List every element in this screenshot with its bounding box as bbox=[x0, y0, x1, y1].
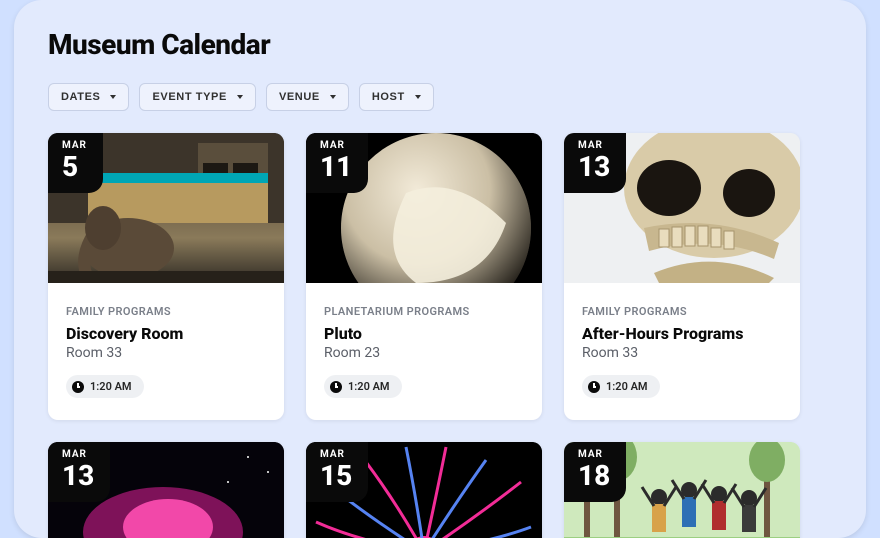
event-card-body: FAMILY PROGRAMS After-Hours Programs Roo… bbox=[564, 283, 800, 420]
event-image: MAR 15 bbox=[306, 442, 542, 538]
event-card[interactable]: MAR 13 FAMILY PROGRAMS After-Hours Progr… bbox=[564, 133, 800, 420]
event-room: Room 23 bbox=[324, 345, 524, 361]
chevron-down-icon bbox=[415, 95, 421, 99]
event-image: MAR 18 bbox=[564, 442, 800, 538]
event-card[interactable]: MAR 15 bbox=[306, 442, 542, 538]
date-day: 11 bbox=[320, 153, 352, 181]
event-category: FAMILY PROGRAMS bbox=[582, 305, 782, 318]
filter-label: HOST bbox=[372, 91, 405, 103]
chevron-down-icon bbox=[237, 95, 243, 99]
filter-label: VENUE bbox=[279, 91, 320, 103]
filter-host[interactable]: HOST bbox=[359, 83, 434, 111]
date-day: 18 bbox=[578, 462, 610, 490]
date-day: 13 bbox=[578, 153, 610, 181]
event-card[interactable]: MAR 13 bbox=[48, 442, 284, 538]
event-title: After-Hours Programs bbox=[582, 324, 782, 343]
event-image: MAR 13 bbox=[48, 442, 284, 538]
event-title: Pluto bbox=[324, 324, 524, 343]
event-image: MAR 11 bbox=[306, 133, 542, 283]
filter-venue[interactable]: VENUE bbox=[266, 83, 349, 111]
date-badge: MAR 5 bbox=[48, 133, 103, 193]
event-card-body: PLANETARIUM PROGRAMS Pluto Room 23 1:20 … bbox=[306, 283, 542, 420]
calendar-frame: Museum Calendar DATES EVENT TYPE VENUE H… bbox=[14, 0, 866, 538]
chevron-down-icon bbox=[110, 95, 116, 99]
event-time: 1:20 AM bbox=[90, 380, 132, 393]
filter-label: DATES bbox=[61, 91, 100, 103]
date-badge: MAR 11 bbox=[306, 133, 368, 193]
date-day: 15 bbox=[320, 462, 352, 490]
date-day: 13 bbox=[62, 462, 94, 490]
event-category: PLANETARIUM PROGRAMS bbox=[324, 305, 524, 318]
event-time-pill: 1:20 AM bbox=[582, 375, 660, 398]
event-time-pill: 1:20 AM bbox=[66, 375, 144, 398]
event-title: Discovery Room bbox=[66, 324, 266, 343]
clock-icon bbox=[72, 381, 84, 393]
date-badge: MAR 13 bbox=[48, 442, 110, 502]
filter-bar: DATES EVENT TYPE VENUE HOST bbox=[48, 83, 832, 111]
event-category: FAMILY PROGRAMS bbox=[66, 305, 266, 318]
event-image: MAR 13 bbox=[564, 133, 800, 283]
event-card[interactable]: MAR 18 bbox=[564, 442, 800, 538]
event-time: 1:20 AM bbox=[348, 380, 390, 393]
chevron-down-icon bbox=[330, 95, 336, 99]
date-badge: MAR 18 bbox=[564, 442, 626, 502]
event-image: MAR 5 bbox=[48, 133, 284, 283]
event-room: Room 33 bbox=[582, 345, 782, 361]
event-time: 1:20 AM bbox=[606, 380, 648, 393]
page-title: Museum Calendar bbox=[48, 28, 832, 61]
filter-event-type[interactable]: EVENT TYPE bbox=[139, 83, 255, 111]
events-grid: MAR 5 FAMILY PROGRAMS Discovery Room Roo… bbox=[48, 133, 832, 538]
event-room: Room 33 bbox=[66, 345, 266, 361]
filter-label: EVENT TYPE bbox=[152, 91, 226, 103]
date-badge: MAR 15 bbox=[306, 442, 368, 502]
filter-dates[interactable]: DATES bbox=[48, 83, 129, 111]
event-card[interactable]: MAR 5 FAMILY PROGRAMS Discovery Room Roo… bbox=[48, 133, 284, 420]
clock-icon bbox=[330, 381, 342, 393]
date-day: 5 bbox=[62, 153, 87, 181]
event-card-body: FAMILY PROGRAMS Discovery Room Room 33 1… bbox=[48, 283, 284, 420]
clock-icon bbox=[588, 381, 600, 393]
event-time-pill: 1:20 AM bbox=[324, 375, 402, 398]
event-card[interactable]: MAR 11 PLANETARIUM PROGRAMS Pluto Room 2… bbox=[306, 133, 542, 420]
date-badge: MAR 13 bbox=[564, 133, 626, 193]
